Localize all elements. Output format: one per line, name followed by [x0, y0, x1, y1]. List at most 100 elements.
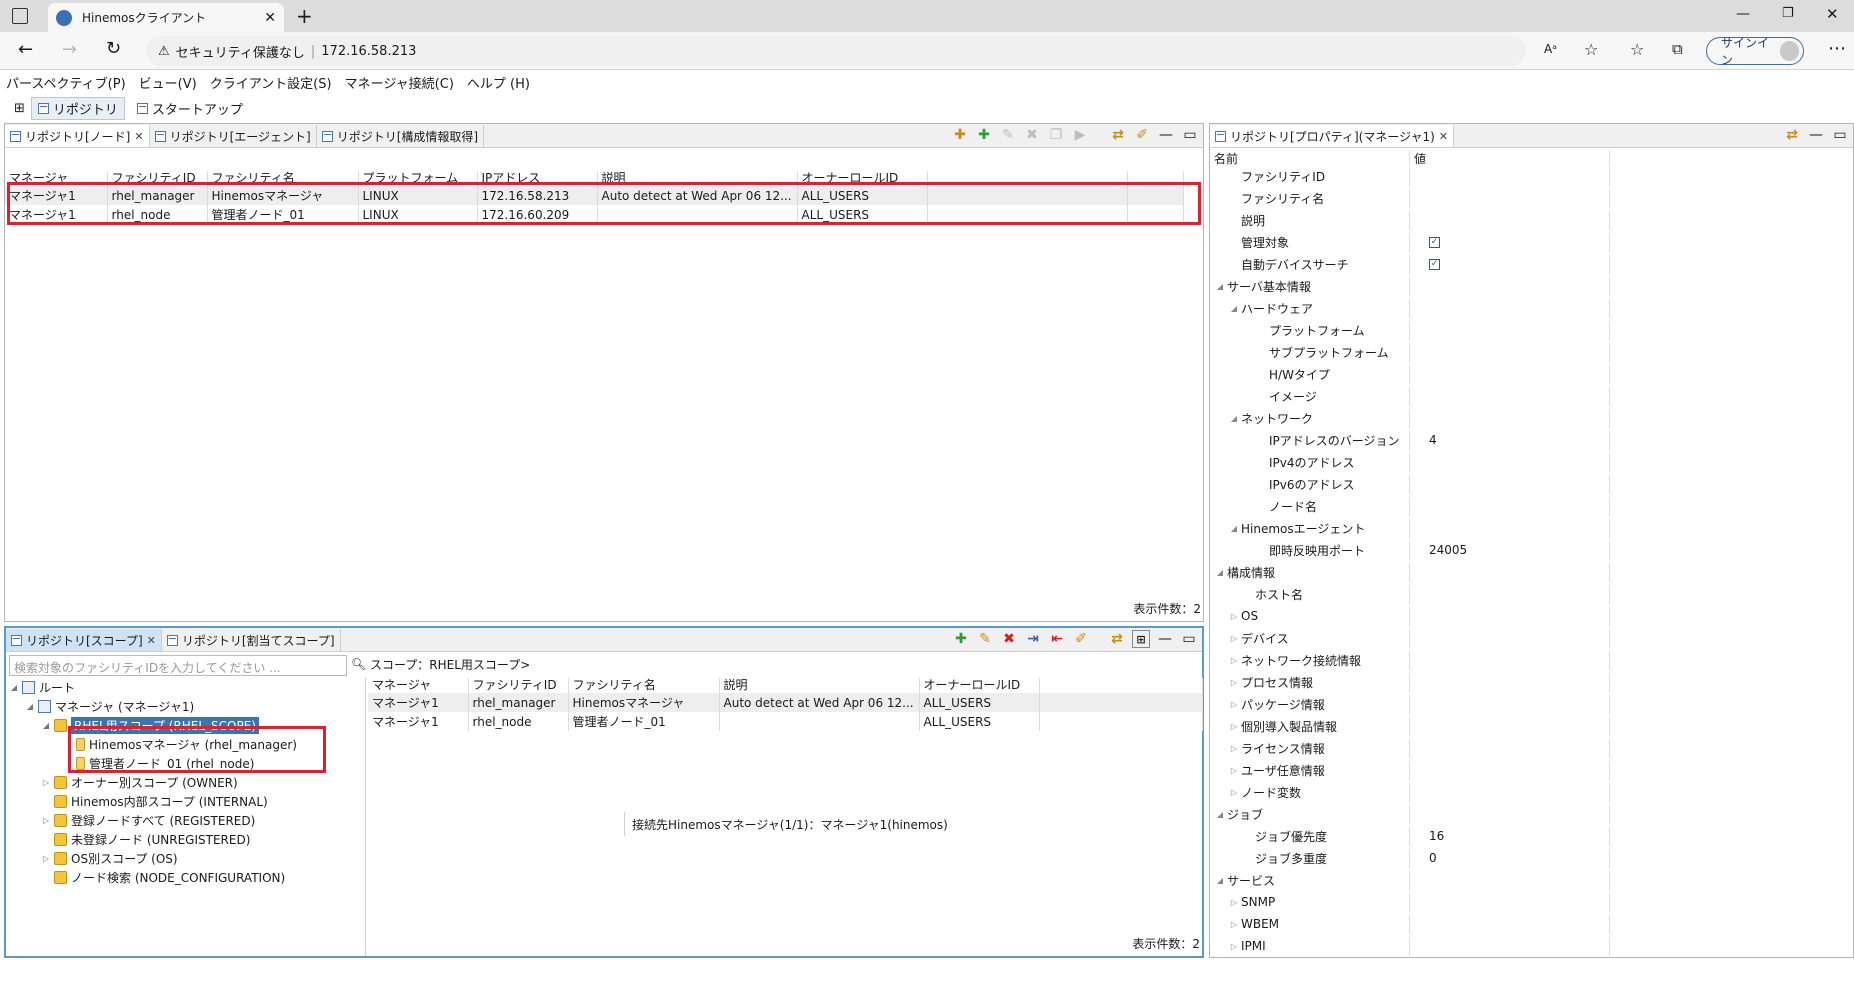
tab-repository-scope[interactable]: リポジトリ[スコープ] ✕ [6, 629, 162, 651]
property-row[interactable]: ◢ サーバ基本情報 [1210, 277, 1853, 296]
property-row[interactable]: ▷ ネットワーク接続情報 [1210, 651, 1853, 670]
property-value-cell[interactable] [1410, 673, 1610, 692]
property-value-cell[interactable] [1410, 629, 1610, 648]
property-row[interactable]: ▷ ノード変数 [1210, 783, 1853, 802]
add-favorite-icon[interactable]: ☆ [1584, 40, 1598, 59]
property-row[interactable]: 自動デバイスサーチ ✓ [1210, 255, 1853, 274]
property-row[interactable]: プラットフォーム [1210, 321, 1853, 340]
back-icon[interactable]: ← [18, 39, 33, 60]
tab-repository-node[interactable]: リポジトリ[ノード] ✕ [5, 125, 150, 147]
tab-repository-assigned-scope[interactable]: リポジトリ[割当てスコープ] [162, 629, 341, 651]
url-text[interactable]: 172.16.58.213 [321, 44, 416, 59]
close-tab-icon[interactable]: ✕ [264, 10, 276, 26]
property-value-cell[interactable] [1410, 299, 1610, 318]
property-value-cell[interactable] [1410, 783, 1610, 802]
property-row[interactable]: 管理対象 ✓ [1210, 233, 1853, 252]
tab-repository-agent[interactable]: リポジトリ[エージェント] [150, 125, 317, 147]
expand-icon[interactable]: ▷ [1230, 634, 1238, 643]
expand-icon[interactable]: ▷ [1230, 788, 1238, 797]
edit-icon[interactable]: ✎ [999, 126, 1017, 144]
menu-view[interactable]: ビュー(V) [139, 73, 197, 92]
property-row[interactable]: ▷ 個別導入製品情報 [1210, 717, 1853, 736]
tree-item-owner[interactable]: ▷ オーナー別スコープ (OWNER) [42, 773, 238, 791]
property-row[interactable]: ◢ ハードウェア [1210, 299, 1853, 318]
property-row[interactable]: サブプラットフォーム [1210, 343, 1853, 362]
property-value-cell[interactable] [1410, 321, 1610, 340]
property-value-cell[interactable] [1410, 519, 1610, 538]
facility-search-input[interactable]: 検索対象のファシリティIDを入力してください ... [9, 655, 347, 676]
menu-client-settings[interactable]: クライアント設定(S) [210, 73, 332, 92]
property-row[interactable]: ◢ 構成情報 [1210, 563, 1853, 582]
minimize-window-icon[interactable]: — [1736, 6, 1750, 22]
assign-node-icon[interactable]: ⇥ [1024, 630, 1042, 648]
collapse-icon[interactable]: ◢ [10, 683, 18, 692]
col-facility-id[interactable]: ファシリティID [468, 678, 569, 693]
refresh-icon[interactable]: ⇄ [1109, 126, 1127, 144]
close-icon[interactable]: ✕ [147, 634, 156, 647]
property-value-cell[interactable] [1410, 277, 1610, 296]
maximize-view-icon[interactable]: ▭ [1180, 630, 1198, 648]
property-value-cell[interactable] [1410, 365, 1610, 384]
read-aloud-icon[interactable]: Aᵃ [1544, 42, 1557, 56]
new-tab-icon[interactable]: + [296, 4, 313, 28]
property-value-cell[interactable] [1410, 189, 1610, 208]
expand-icon[interactable]: ▷ [1230, 612, 1238, 621]
collapse-icon[interactable]: ◢ [1216, 282, 1224, 291]
property-value-cell[interactable]: 4 [1410, 431, 1610, 450]
property-value-cell[interactable] [1410, 167, 1610, 186]
collapse-icon[interactable]: ◢ [42, 721, 50, 730]
property-row[interactable]: ▷ パッケージ情報 [1210, 695, 1853, 714]
minimize-view-icon[interactable]: — [1156, 630, 1174, 648]
tree-item-manager[interactable]: ◢ マネージャ (マネージャ1) [26, 697, 194, 715]
minimize-view-icon[interactable]: — [1157, 126, 1175, 144]
maximize-view-icon[interactable]: ▭ [1181, 126, 1199, 144]
property-value-cell[interactable] [1410, 387, 1610, 406]
run-icon[interactable]: ▶ [1071, 126, 1089, 144]
property-row[interactable]: ◢ Hinemosエージェント [1210, 519, 1853, 538]
reload-icon[interactable]: ↻ [106, 38, 121, 59]
property-value-cell[interactable] [1410, 607, 1610, 626]
perspective-startup[interactable]: スタートアップ [131, 98, 249, 119]
tree-item-root[interactable]: ◢ ルート [10, 678, 75, 696]
col-manager[interactable]: マネージャ [368, 678, 469, 693]
favorites-icon[interactable]: ☆ [1630, 40, 1644, 59]
property-value-cell[interactable] [1410, 695, 1610, 714]
browser-tab[interactable]: Hinemosクライアント ✕ [48, 3, 284, 32]
tab-actions-icon[interactable] [12, 8, 28, 24]
property-value-cell[interactable]: ✓ [1410, 255, 1610, 274]
property-value-cell[interactable] [1410, 409, 1610, 428]
col-description[interactable]: 説明 [719, 678, 920, 693]
col-value[interactable]: 値 [1410, 150, 1610, 166]
collapse-icon[interactable]: ◢ [1230, 414, 1238, 423]
property-row[interactable]: ▷ IPMI [1210, 937, 1853, 956]
property-value-cell[interactable]: 24005 [1410, 541, 1610, 560]
property-row[interactable]: IPアドレスのバージョン 4 [1210, 431, 1853, 450]
tree-item-node-config[interactable]: ノード検索 (NODE_CONFIGURATION) [42, 868, 285, 886]
maximize-view-icon[interactable]: ▭ [1831, 126, 1849, 144]
collections-icon[interactable]: ⧉ [1672, 40, 1683, 58]
property-row[interactable]: ▷ デバイス [1210, 629, 1853, 648]
security-label[interactable]: セキュリティ保護なし [176, 42, 305, 61]
address-bar[interactable]: ⚠ セキュリティ保護なし | 172.16.58.213 [146, 36, 1526, 66]
menu-perspective[interactable]: パースペクティブ(P) [6, 73, 126, 92]
add-icon[interactable]: ✚ [952, 630, 970, 648]
property-value-cell[interactable] [1410, 937, 1610, 956]
property-value-cell[interactable]: 0 [1410, 849, 1610, 868]
property-value-cell[interactable] [1410, 871, 1610, 890]
forward-icon[interactable]: → [62, 39, 77, 60]
property-row[interactable]: 即時反映用ポート 24005 [1210, 541, 1853, 560]
property-row[interactable]: IPv6のアドレス [1210, 475, 1853, 494]
expand-icon[interactable]: ▷ [1230, 678, 1238, 687]
menu-help[interactable]: ヘルプ (H) [467, 73, 530, 92]
expand-icon[interactable]: ▷ [1230, 744, 1238, 753]
property-value-cell[interactable] [1410, 893, 1610, 912]
menu-manager-connection[interactable]: マネージャ接続(C) [345, 73, 454, 92]
expand-icon[interactable]: ▷ [1230, 898, 1238, 907]
property-value-cell[interactable] [1410, 651, 1610, 670]
property-row[interactable]: IPv4のアドレス [1210, 453, 1853, 472]
expand-icon[interactable]: ▷ [1230, 766, 1238, 775]
property-row[interactable]: ◢ ネットワーク [1210, 409, 1853, 428]
property-value-cell[interactable] [1410, 211, 1610, 230]
copy-icon[interactable]: ❐ [1047, 126, 1065, 144]
open-perspective-icon[interactable]: ⊞ [14, 101, 25, 116]
